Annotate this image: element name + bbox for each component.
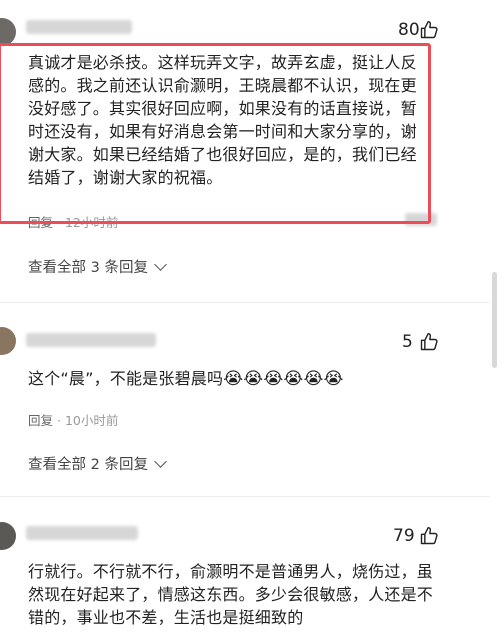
comment-text: 行就行。不行就不行，俞灏明不是普通男人，烧伤过，虽然现在好起来了，情感这东西。多… xyxy=(28,562,434,627)
avatar[interactable] xyxy=(0,18,16,46)
comment-time: 10小时前 xyxy=(64,413,119,428)
scrollbar-thumb[interactable] xyxy=(492,272,497,368)
chevron-down-icon xyxy=(154,258,167,271)
meta-separator: · xyxy=(57,413,65,428)
view-all-label: 查看全部 2 条回复 xyxy=(28,457,148,473)
reply-button[interactable]: 回复 xyxy=(28,413,53,428)
divider xyxy=(0,302,490,303)
view-all-replies[interactable]: 查看全部 3 条回复 xyxy=(28,256,167,277)
comment-text-body: 这个“晨”，不能是张碧晨吗 xyxy=(28,369,224,388)
username-blurred[interactable] xyxy=(26,526,138,540)
like-count: 5 xyxy=(402,332,413,352)
view-all-replies[interactable]: 查看全部 2 条回复 xyxy=(28,453,167,474)
avatar[interactable] xyxy=(0,327,16,355)
avatar[interactable] xyxy=(0,522,16,550)
comment-text: 这个“晨”，不能是张碧晨吗😭😭😭😭😭😭 xyxy=(28,367,448,391)
thumbs-up-icon[interactable] xyxy=(419,20,439,40)
view-all-label: 查看全部 3 条回复 xyxy=(28,260,148,276)
comment-item: 5 这个“晨”，不能是张碧晨吗😭😭😭😭😭😭 回复 · 10小时前 查看全部 2 … xyxy=(0,305,490,490)
comment-meta: 回复 · 10小时前 xyxy=(28,410,118,429)
username-blurred[interactable] xyxy=(26,333,156,347)
comment-item: 79 行就行。不行就不行，俞灏明不是普通男人，烧伤过，虽然现在好起来了，情感这东… xyxy=(0,500,490,640)
thumbs-up-icon[interactable] xyxy=(419,332,439,352)
thumbs-up-icon[interactable] xyxy=(419,526,439,546)
chevron-down-icon xyxy=(154,455,167,468)
divider xyxy=(0,496,490,497)
crying-emoji-row: 😭😭😭😭😭😭 xyxy=(223,369,344,389)
username-blurred[interactable] xyxy=(26,20,132,34)
like-count: 79 xyxy=(393,526,415,546)
highlight-box xyxy=(0,43,431,224)
like-count: 80 xyxy=(398,20,420,40)
